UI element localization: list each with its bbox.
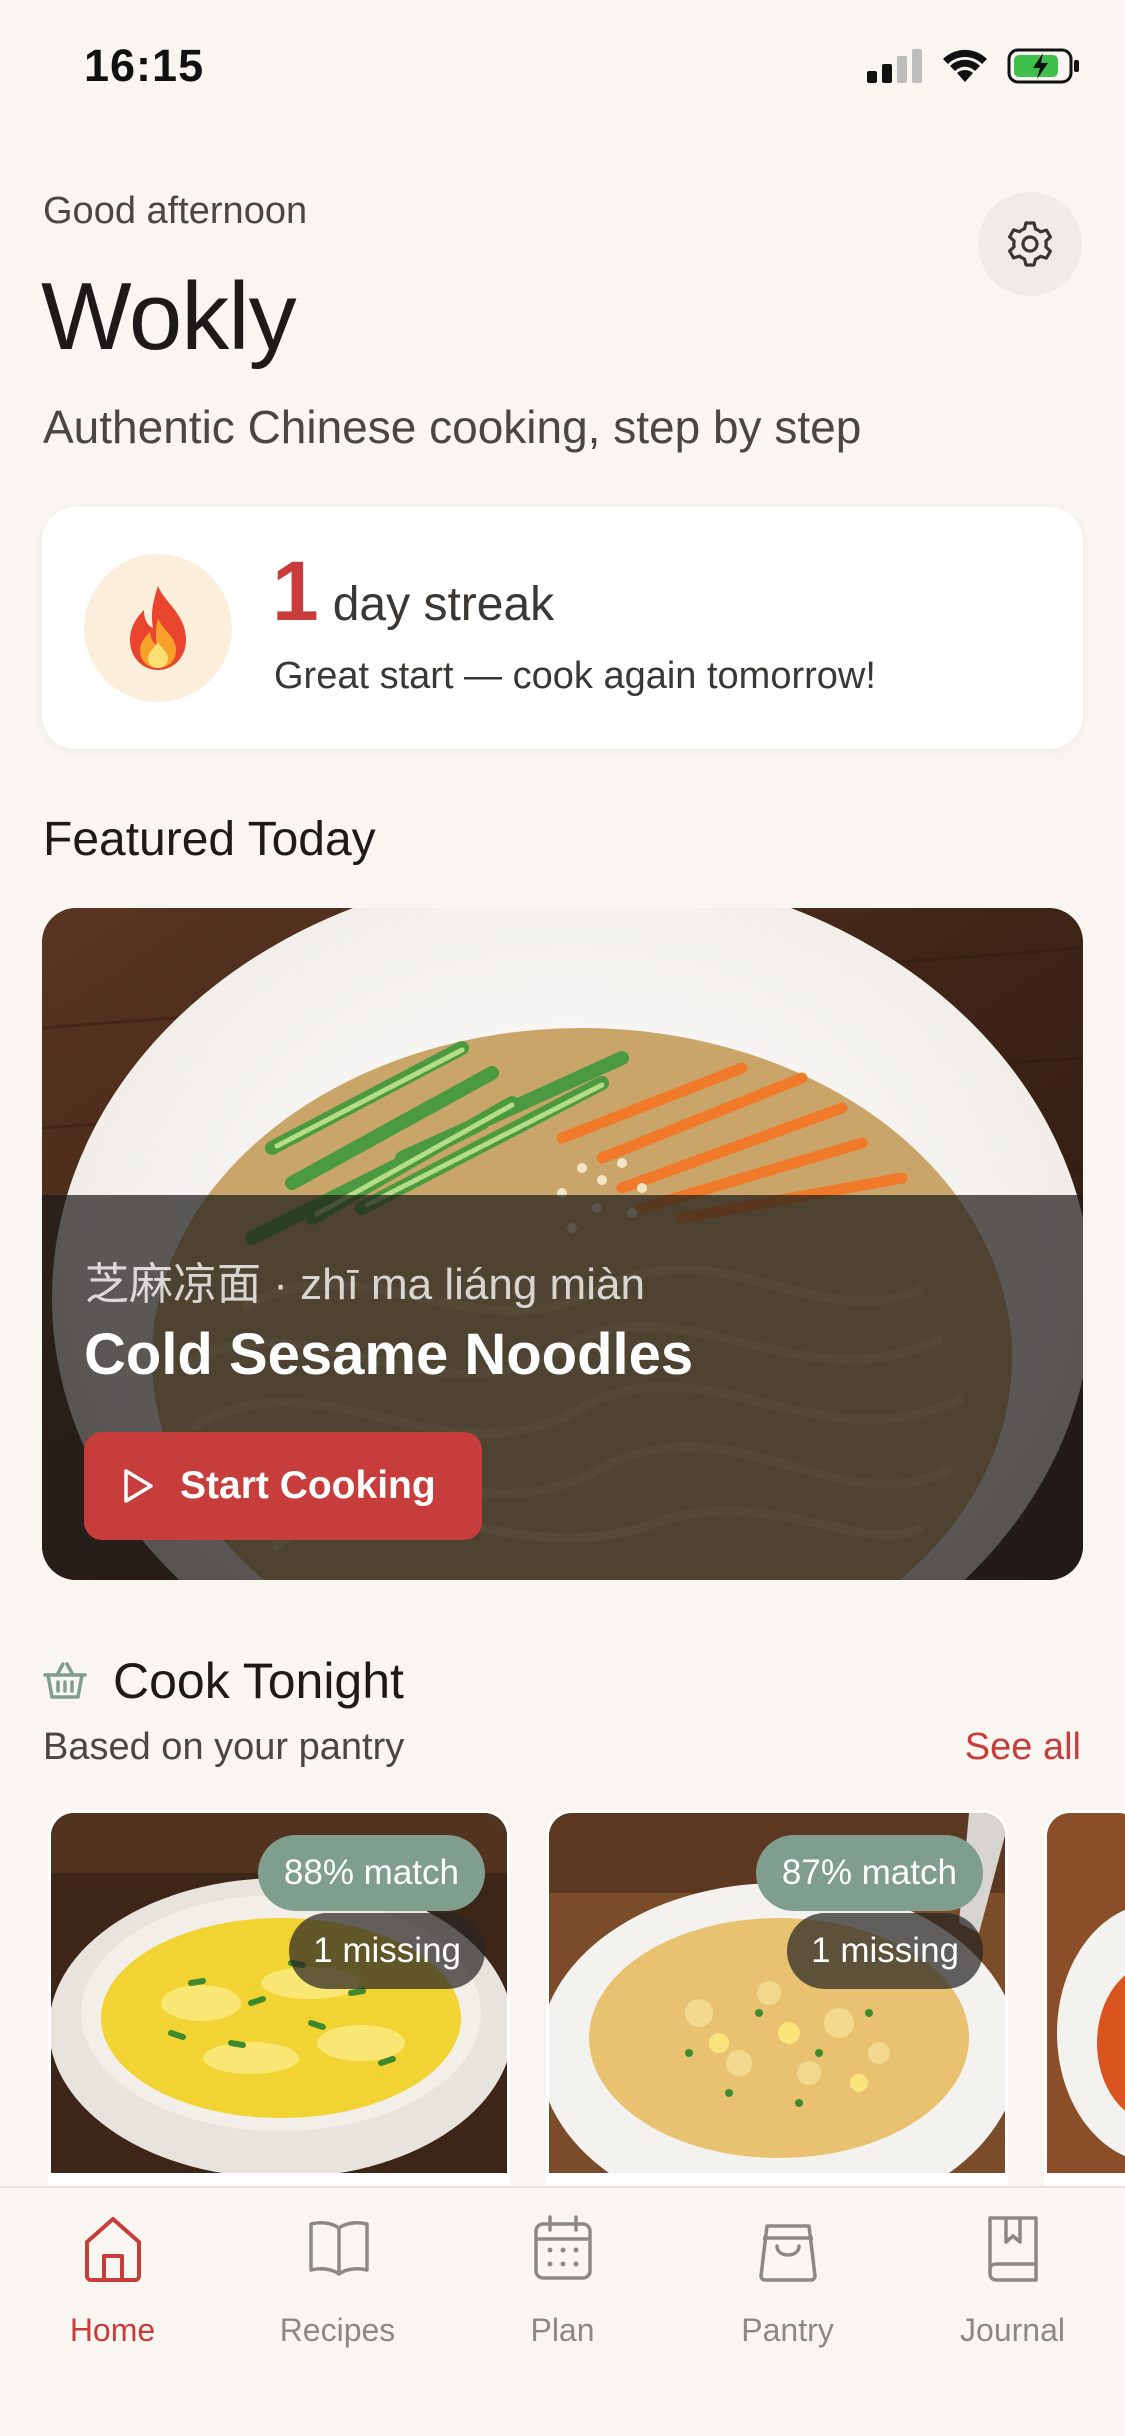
streak-count: 1 (272, 544, 319, 638)
status-icons (867, 48, 1081, 84)
settings-button[interactable] (978, 192, 1082, 296)
tab-recipes[interactable]: Recipes (225, 2188, 450, 2368)
status-time: 16:15 (84, 40, 205, 91)
missing-badge: 1 missing (787, 1913, 983, 1989)
cook-tonight-header: Cook Tonight (43, 1652, 404, 1710)
streak-message: Great start — cook again tomorrow! (274, 655, 876, 697)
start-cooking-label: Start Cooking (180, 1464, 436, 1507)
gear-icon (1008, 221, 1052, 267)
tab-plan-label: Plan (530, 2312, 595, 2348)
featured-recipe-card[interactable]: 芝麻凉面 · zhī ma liáng miàn Cold Sesame Noo… (42, 908, 1083, 1580)
cook-tonight-subtitle: Based on your pantry (43, 1726, 405, 1768)
tab-home[interactable]: Home (0, 2188, 225, 2368)
start-cooking-button[interactable]: Start Cooking (84, 1432, 482, 1540)
featured-chinese-name: 芝麻凉面 · zhī ma liáng miàn (85, 1260, 645, 1309)
app-title: Wokly (41, 263, 297, 370)
recipe-card[interactable] (1044, 1810, 1125, 2230)
featured-recipe-name: Cold Sesame Noodles (84, 1322, 694, 1387)
greeting: Good afternoon (43, 190, 308, 232)
see-all-link[interactable]: See all (965, 1726, 1081, 1769)
streak-badge (84, 554, 232, 702)
tagline: Authentic Chinese cooking, step by step (43, 401, 862, 453)
streak-line: 1 day streak (272, 549, 554, 633)
home-icon (85, 2217, 141, 2282)
fire-icon (130, 586, 186, 670)
tab-journal-label: Journal (960, 2312, 1065, 2348)
tab-pantry-label: Pantry (741, 2312, 834, 2348)
tab-recipes-label: Recipes (279, 2312, 396, 2348)
streak-unit: day streak (332, 578, 555, 631)
cook-tonight-title: Cook Tonight (113, 1653, 404, 1709)
match-badge: 87% match (755, 1835, 983, 1911)
status-bar: 16:15 (0, 0, 1125, 140)
calendar-icon (534, 2215, 592, 2280)
tab-pantry[interactable]: Pantry (675, 2188, 900, 2368)
tab-bar: Home Recipes Plan Pantry Journal (0, 2186, 1125, 2436)
play-icon (124, 1469, 153, 1503)
tab-plan[interactable]: Plan (450, 2188, 675, 2368)
book-icon (309, 2221, 369, 2276)
match-badge: 88% match (257, 1835, 485, 1911)
wifi-icon (943, 49, 987, 82)
streak-card[interactable]: 1 day streak Great start — cook again to… (42, 507, 1083, 749)
signal-icon (867, 49, 922, 83)
recipe-image-partial (1047, 1813, 1125, 2227)
basket-icon (43, 1662, 87, 1699)
featured-section-title: Featured Today (43, 813, 376, 866)
journal-icon (988, 2216, 1038, 2282)
tab-journal[interactable]: Journal (900, 2188, 1125, 2368)
battery-icon (1007, 48, 1079, 84)
recipe-card[interactable]: 88% match 1 missing (48, 1810, 510, 2230)
recipe-card[interactable]: 87% match 1 missing (546, 1810, 1008, 2230)
tab-home-label: Home (69, 2312, 156, 2348)
missing-badge: 1 missing (289, 1913, 485, 1989)
bag-icon (759, 2224, 817, 2282)
